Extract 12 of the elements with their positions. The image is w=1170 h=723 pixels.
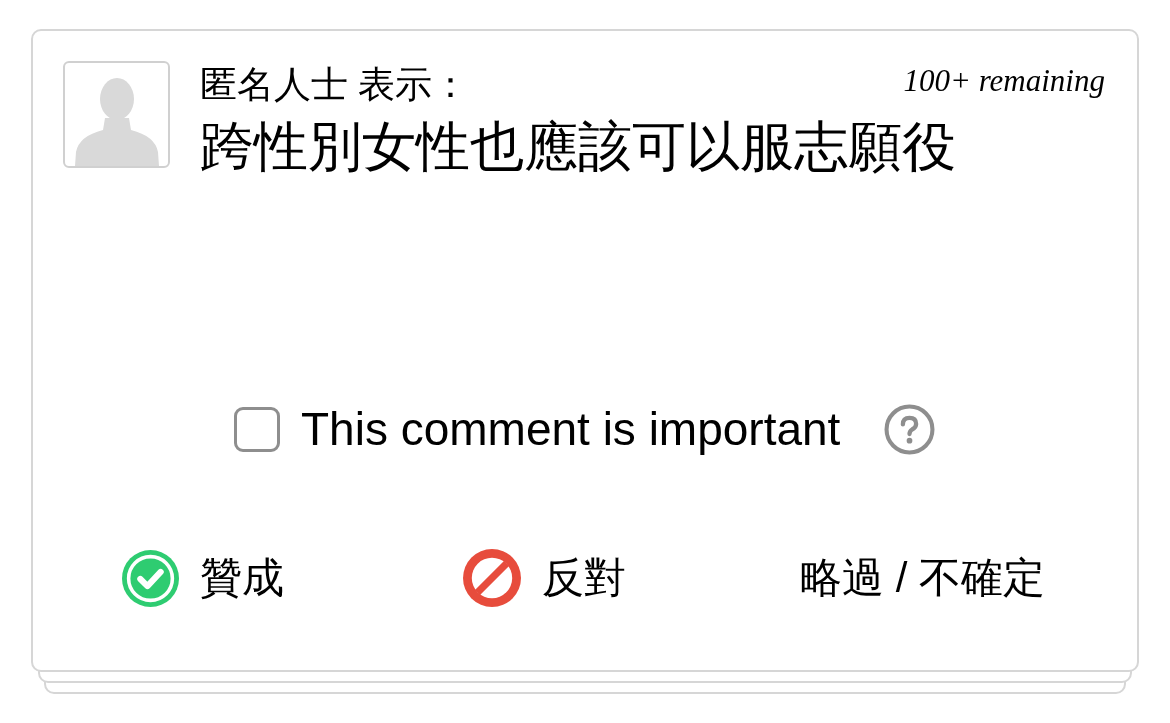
- remaining-count: 100+ remaining: [903, 62, 1105, 100]
- disagree-button[interactable]: 反對: [463, 549, 626, 607]
- checkbox[interactable]: [234, 406, 280, 452]
- checkbox-label[interactable]: This comment is important: [301, 401, 841, 457]
- avatar-icon: [63, 61, 170, 168]
- skip-button[interactable]: 略過 / 不確定: [800, 550, 1045, 606]
- agree-button[interactable]: 贊成: [122, 549, 284, 607]
- ban-icon: [463, 549, 521, 607]
- help-icon[interactable]: [884, 403, 936, 455]
- check-circle-icon: [122, 549, 179, 607]
- author-label: 匿名人士 表示：: [200, 63, 470, 107]
- comment-text: 跨性別女性也應該可以服志願役: [200, 115, 957, 178]
